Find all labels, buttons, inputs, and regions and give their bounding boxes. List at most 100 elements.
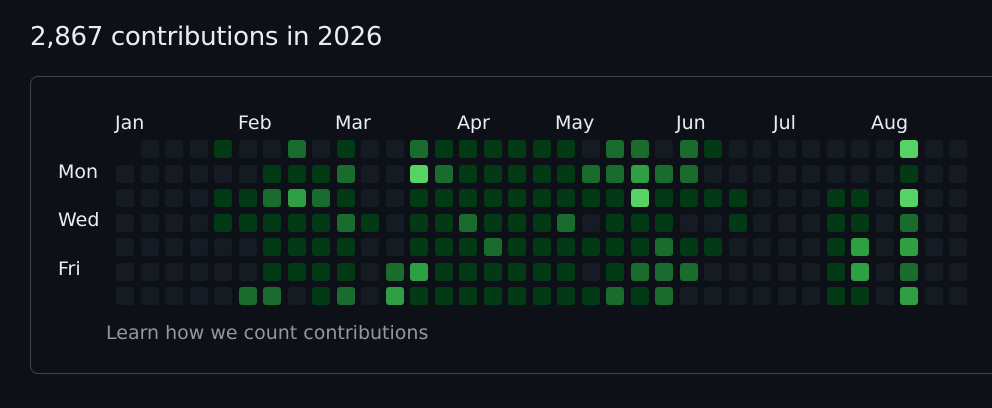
contribution-day-cell[interactable]	[900, 287, 918, 305]
contribution-day-cell[interactable]	[508, 262, 526, 281]
contribution-day-cell[interactable]	[557, 164, 575, 183]
learn-contributions-link[interactable]: Learn how we count contributions	[106, 322, 428, 344]
contribution-day-cell[interactable]	[581, 140, 600, 158]
contribution-day-cell[interactable]	[361, 140, 379, 158]
contribution-day-cell[interactable]	[728, 140, 747, 158]
contribution-day-cell[interactable]	[777, 287, 796, 305]
contribution-day-cell[interactable]	[312, 262, 330, 281]
contribution-day-cell[interactable]	[361, 213, 379, 232]
contribution-day-cell[interactable]	[949, 287, 967, 305]
contribution-day-cell[interactable]	[361, 164, 379, 183]
contribution-day-cell[interactable]	[312, 164, 330, 183]
contribution-day-cell[interactable]	[238, 287, 257, 305]
contribution-day-cell[interactable]	[802, 238, 820, 256]
contribution-day-cell[interactable]	[949, 164, 967, 183]
contribution-day-cell[interactable]	[263, 287, 281, 305]
contribution-day-cell[interactable]	[655, 238, 673, 256]
contribution-day-cell[interactable]	[263, 140, 281, 158]
contribution-day-cell[interactable]	[924, 164, 943, 183]
contribution-day-cell[interactable]	[263, 238, 281, 256]
contribution-day-cell[interactable]	[728, 262, 747, 281]
contribution-day-cell[interactable]	[434, 164, 453, 183]
contribution-day-cell[interactable]	[704, 213, 722, 232]
contribution-day-cell[interactable]	[826, 164, 845, 183]
contribution-day-cell[interactable]	[557, 287, 575, 305]
contribution-day-cell[interactable]	[434, 189, 453, 207]
contribution-day-cell[interactable]	[875, 213, 894, 232]
contribution-day-cell[interactable]	[287, 287, 306, 305]
contribution-day-cell[interactable]	[532, 287, 551, 305]
contribution-day-cell[interactable]	[238, 262, 257, 281]
contribution-day-cell[interactable]	[214, 238, 232, 256]
contribution-day-cell[interactable]	[336, 262, 355, 281]
contribution-day-cell[interactable]	[581, 287, 600, 305]
contribution-day-cell[interactable]	[238, 238, 257, 256]
contribution-day-cell[interactable]	[875, 140, 894, 158]
contribution-day-cell[interactable]	[385, 287, 404, 305]
contribution-day-cell[interactable]	[704, 164, 722, 183]
contribution-day-cell[interactable]	[385, 140, 404, 158]
contribution-day-cell[interactable]	[214, 164, 232, 183]
contribution-day-cell[interactable]	[826, 287, 845, 305]
contribution-day-cell[interactable]	[263, 189, 281, 207]
contribution-day-cell[interactable]	[924, 238, 943, 256]
contribution-day-cell[interactable]	[287, 189, 306, 207]
contribution-day-cell[interactable]	[483, 140, 502, 158]
contribution-day-cell[interactable]	[924, 189, 943, 207]
contribution-day-cell[interactable]	[189, 238, 208, 256]
contribution-day-cell[interactable]	[508, 140, 526, 158]
contribution-day-cell[interactable]	[508, 287, 526, 305]
contribution-day-cell[interactable]	[777, 262, 796, 281]
contribution-day-cell[interactable]	[459, 164, 477, 183]
contribution-day-cell[interactable]	[679, 262, 698, 281]
contribution-day-cell[interactable]	[581, 164, 600, 183]
contribution-day-cell[interactable]	[630, 287, 649, 305]
contribution-day-cell[interactable]	[483, 287, 502, 305]
contribution-day-cell[interactable]	[753, 213, 771, 232]
contribution-day-cell[interactable]	[116, 189, 134, 207]
contribution-day-cell[interactable]	[385, 189, 404, 207]
contribution-day-cell[interactable]	[704, 287, 722, 305]
contribution-day-cell[interactable]	[679, 238, 698, 256]
contribution-day-cell[interactable]	[140, 238, 159, 256]
contribution-day-cell[interactable]	[189, 287, 208, 305]
contribution-day-cell[interactable]	[655, 189, 673, 207]
contribution-day-cell[interactable]	[214, 287, 232, 305]
contribution-day-cell[interactable]	[434, 213, 453, 232]
contribution-day-cell[interactable]	[728, 189, 747, 207]
contribution-day-cell[interactable]	[459, 213, 477, 232]
contribution-day-cell[interactable]	[777, 164, 796, 183]
contribution-day-cell[interactable]	[287, 238, 306, 256]
contribution-day-cell[interactable]	[875, 262, 894, 281]
contribution-day-cell[interactable]	[875, 164, 894, 183]
contribution-day-cell[interactable]	[924, 140, 943, 158]
contribution-day-cell[interactable]	[214, 140, 232, 158]
contribution-day-cell[interactable]	[557, 140, 575, 158]
contribution-day-cell[interactable]	[483, 164, 502, 183]
contribution-day-cell[interactable]	[606, 238, 624, 256]
contribution-day-cell[interactable]	[508, 238, 526, 256]
contribution-day-cell[interactable]	[410, 262, 428, 281]
contribution-day-cell[interactable]	[214, 213, 232, 232]
contribution-day-cell[interactable]	[410, 238, 428, 256]
contribution-day-cell[interactable]	[826, 189, 845, 207]
contribution-day-cell[interactable]	[679, 140, 698, 158]
contribution-day-cell[interactable]	[532, 238, 551, 256]
contribution-day-cell[interactable]	[459, 189, 477, 207]
contribution-day-cell[interactable]	[777, 140, 796, 158]
contribution-day-cell[interactable]	[336, 189, 355, 207]
contribution-day-cell[interactable]	[900, 140, 918, 158]
contribution-day-cell[interactable]	[263, 262, 281, 281]
contribution-day-cell[interactable]	[434, 238, 453, 256]
contribution-day-cell[interactable]	[630, 238, 649, 256]
contribution-day-cell[interactable]	[508, 213, 526, 232]
contribution-day-cell[interactable]	[238, 213, 257, 232]
contribution-day-cell[interactable]	[753, 287, 771, 305]
contribution-day-cell[interactable]	[777, 189, 796, 207]
contribution-day-cell[interactable]	[508, 189, 526, 207]
contribution-day-cell[interactable]	[165, 189, 183, 207]
contribution-day-cell[interactable]	[802, 164, 820, 183]
contribution-day-cell[interactable]	[459, 287, 477, 305]
contribution-day-cell[interactable]	[581, 238, 600, 256]
contribution-day-cell[interactable]	[312, 238, 330, 256]
